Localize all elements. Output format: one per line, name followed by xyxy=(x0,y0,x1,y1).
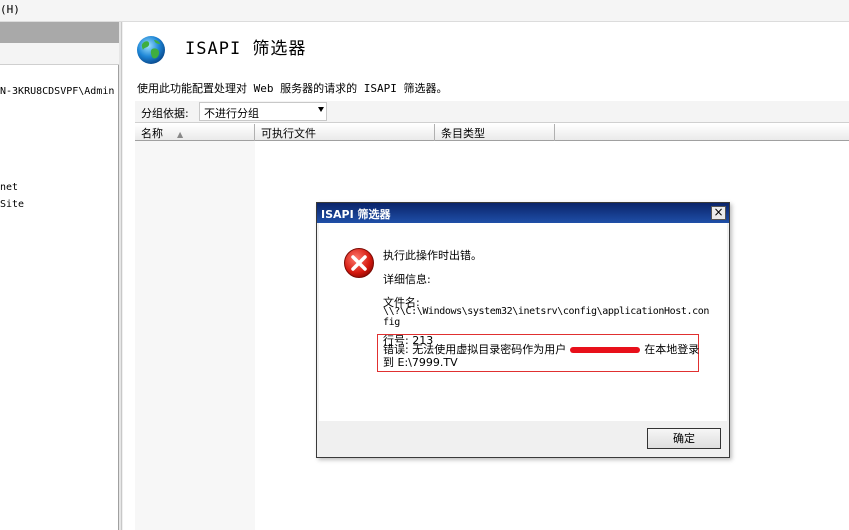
connections-toolbar xyxy=(0,43,119,65)
redaction-mark xyxy=(570,347,641,353)
sort-ascending-icon: ▲ xyxy=(177,130,184,139)
error-dialog: ISAPI 筛选器 × 执行此操作时出错。 详细信息: 文件名: \\?\C:\… xyxy=(316,202,730,458)
connections-pane: N-3KRU8CDSVPF\Admin net Site xyxy=(0,22,119,530)
group-by-label: 分组依据: xyxy=(141,107,189,120)
filename-value: \\?\C:\Windows\system32\inetsrv\config\a… xyxy=(383,306,709,328)
error-message: 执行此操作时出错。 xyxy=(383,249,482,262)
tree-node-net[interactable]: net xyxy=(0,182,18,193)
menu-bar: (H) xyxy=(0,0,849,22)
dialog-title: ISAPI 筛选器 xyxy=(321,208,391,221)
dialog-footer: 确定 xyxy=(319,421,727,457)
tree-node-site[interactable]: Site xyxy=(0,199,24,210)
close-button[interactable]: × xyxy=(711,206,726,220)
list-column-header: 名称 ▲ 可执行文件 条目类型 xyxy=(135,124,849,141)
error-icon xyxy=(344,248,374,278)
sorted-column-shade xyxy=(135,141,255,530)
group-by-select[interactable]: 不进行分组 xyxy=(199,102,327,121)
page-description: 使用此功能配置处理对 Web 服务器的请求的 ISAPI 筛选器。 xyxy=(137,82,448,95)
dialog-titlebar[interactable]: ISAPI 筛选器 × xyxy=(317,203,729,223)
column-header-name[interactable]: 名称 ▲ xyxy=(135,124,255,141)
details-label: 详细信息: xyxy=(383,273,431,286)
column-header-entry-type[interactable]: 条目类型 xyxy=(435,124,555,141)
ok-button[interactable]: 确定 xyxy=(647,428,721,449)
page-title: ISAPI 筛选器 xyxy=(185,39,307,59)
tree-node-server[interactable]: N-3KRU8CDSVPF\Admin xyxy=(0,86,114,97)
menu-item-help[interactable]: (H) xyxy=(0,3,20,16)
group-by-value: 不进行分组 xyxy=(204,107,259,120)
column-header-executable[interactable]: 可执行文件 xyxy=(255,124,435,141)
pane-splitter[interactable] xyxy=(119,22,122,530)
dialog-body: 执行此操作时出错。 详细信息: 文件名: \\?\C:\Windows\syst… xyxy=(319,223,727,421)
globe-icon xyxy=(137,36,165,64)
group-bar: 分组依据: 不进行分组 xyxy=(135,101,849,123)
connections-header xyxy=(0,22,119,43)
chevron-down-icon[interactable] xyxy=(318,107,324,112)
error-detail-prefix: 错误: 无法使用虚拟目录密码作为用户 xyxy=(383,343,567,356)
error-detail-text: 错误: 无法使用虚拟目录密码作为用户 在本地登录到 E:\7999.TV xyxy=(383,343,703,369)
